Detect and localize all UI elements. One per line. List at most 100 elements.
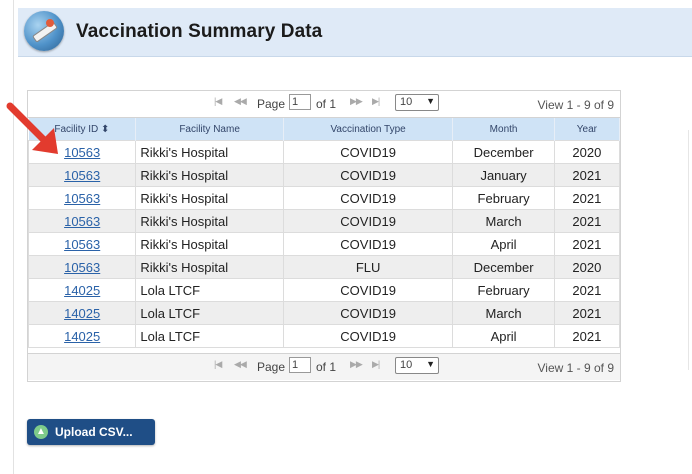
id: 10563 [27, 163, 137, 187]
facility-name-cell: Rikki's Hospital [135, 140, 284, 164]
pager-bottom: |◀ ◀◀ Page 1 of 1 ▶▶ ▶| 10 ▼ View 1 - 9 … [28, 353, 620, 380]
year-cell: 2021 [553, 278, 621, 302]
month-cell: December [452, 140, 555, 164]
month-cell: March [452, 301, 555, 325]
column-facility-name[interactable]: Facility Name [135, 118, 284, 141]
facility-id-link[interactable]: 14025 [64, 329, 100, 344]
id: 14025 [27, 301, 137, 325]
facility-name-cell: Rikki's Hospital [135, 163, 284, 187]
facility-name-cell: Lola LTCF [135, 278, 284, 302]
table-row: 10563 Rikki's Hospital COVID19 March 202… [27, 209, 621, 233]
first-page-icon[interactable]: |◀ [214, 96, 222, 107]
vaccination-table: Facility ID ⬍ Facility Name Vaccination … [27, 118, 621, 348]
column-vaccination-type[interactable]: Vaccination Type [283, 118, 454, 141]
view-records-info: View 1 - 9 of 9 [537, 361, 615, 375]
month-cell: February [452, 278, 555, 302]
rows-per-page-select[interactable]: 10 ▼ [395, 357, 439, 374]
upload-button-label: Upload CSV... [55, 425, 133, 439]
last-page-icon[interactable]: ▶| [372, 359, 380, 370]
page-label: Page [257, 360, 286, 374]
last-page-icon[interactable]: ▶| [372, 96, 380, 107]
month-cell: April [452, 232, 555, 256]
vaccination-type-cell: COVID19 [282, 163, 454, 187]
facility-name-cell: Rikki's Hospital [135, 209, 284, 233]
facility-name-cell: Lola LTCF [135, 324, 284, 348]
month-cell: March [452, 209, 555, 233]
prev-page-icon[interactable]: ◀◀ [234, 96, 247, 107]
table-row: 10563 Rikki's Hospital FLU December 2020 [27, 255, 621, 279]
facility-id-link[interactable]: 10563 [64, 237, 100, 252]
upload-arrow-icon: ▲ [34, 425, 48, 439]
chevron-down-icon: ▼ [426, 96, 435, 106]
facility-name-cell: Rikki's Hospital [135, 255, 284, 279]
page-number-input[interactable]: 1 [289, 357, 311, 373]
page-label: Page [257, 97, 286, 111]
upload-csv-button[interactable]: ▲ Upload CSV... [27, 419, 155, 445]
table-row: 10563 Rikki's Hospital COVID19 April 202… [27, 232, 621, 256]
year-cell: 2021 [553, 209, 621, 233]
next-page-icon[interactable]: ▶▶ [350, 96, 363, 107]
chevron-down-icon: ▼ [426, 359, 435, 369]
vaccination-type-cell: COVID19 [282, 301, 454, 325]
pager-top: |◀ ◀◀ Page 1 of 1 ▶▶ ▶| 10 ▼ View 1 - 9 … [28, 91, 620, 118]
prev-page-icon[interactable]: ◀◀ [234, 359, 247, 370]
vaccination-type-cell: COVID19 [282, 186, 454, 210]
table-row: 14025 Lola LTCF COVID19 February 2021 [27, 278, 621, 302]
facility-id-link[interactable]: 10563 [64, 214, 100, 229]
rows-per-page-value: 10 [400, 359, 413, 371]
facility-id-link[interactable]: 10563 [64, 260, 100, 275]
id: 14025 [27, 324, 137, 348]
facility-name-cell: Rikki's Hospital [135, 186, 284, 210]
year-cell: 2020 [553, 255, 621, 279]
id: 10563 [27, 209, 137, 233]
data-grid: |◀ ◀◀ Page 1 of 1 ▶▶ ▶| 10 ▼ View 1 - 9 … [27, 90, 621, 382]
vaccination-type-cell: FLU [282, 255, 454, 279]
table-row: 10563 Rikki's Hospital COVID19 January 2… [27, 163, 621, 187]
rows-per-page-value: 10 [400, 96, 413, 108]
table-row: 10563 Rikki's Hospital COVID19 December … [27, 140, 621, 164]
year-cell: 2021 [553, 324, 621, 348]
facility-name-cell: Rikki's Hospital [135, 232, 284, 256]
facility-id-link[interactable]: 10563 [64, 145, 100, 160]
facility-name-cell: Lola LTCF [135, 301, 284, 325]
column-year[interactable]: Year [554, 118, 621, 141]
vaccination-type-cell: COVID19 [282, 278, 454, 302]
page-number-input[interactable]: 1 [289, 94, 311, 110]
vaccination-type-cell: COVID19 [282, 324, 454, 348]
facility-id-link[interactable]: 14025 [64, 283, 100, 298]
facility-id-link[interactable]: 14025 [64, 306, 100, 321]
facility-id-link[interactable]: 10563 [64, 168, 100, 183]
id: 10563 [27, 186, 137, 210]
id: 14025 [27, 278, 137, 302]
year-cell: 2021 [553, 232, 621, 256]
page-right-border [688, 130, 689, 370]
syringe-shape [32, 21, 58, 43]
id: 10563 [27, 232, 137, 256]
view-records-info: View 1 - 9 of 9 [537, 98, 615, 112]
facility-id-link[interactable]: 10563 [64, 191, 100, 206]
month-cell: January [452, 163, 555, 187]
year-cell: 2021 [553, 163, 621, 187]
column-month[interactable]: Month [452, 118, 555, 141]
red-arrow-annotation [6, 102, 58, 154]
page-left-border [13, 0, 14, 474]
next-page-icon[interactable]: ▶▶ [350, 359, 363, 370]
arrow-shaft [6, 102, 52, 148]
page-count-label: of 1 [316, 97, 337, 111]
vaccine-icon [24, 11, 64, 51]
year-cell: 2021 [553, 301, 621, 325]
page-count-label: of 1 [316, 360, 337, 374]
first-page-icon[interactable]: |◀ [214, 359, 222, 370]
drop-shape [46, 19, 54, 27]
month-cell: February [452, 186, 555, 210]
vaccination-type-cell: COVID19 [282, 209, 454, 233]
year-cell: 2021 [553, 186, 621, 210]
rows-per-page-select[interactable]: 10 ▼ [395, 94, 439, 111]
vaccination-type-cell: COVID19 [282, 140, 454, 164]
table-row: 14025 Lola LTCF COVID19 April 2021 [27, 324, 621, 348]
page-header: Vaccination Summary Data [18, 8, 692, 57]
table-header-row: Facility ID ⬍ Facility Name Vaccination … [28, 118, 621, 141]
page-title: Vaccination Summary Data [76, 21, 323, 42]
year-cell: 2020 [553, 140, 621, 164]
table-row: 10563 Rikki's Hospital COVID19 February … [27, 186, 621, 210]
